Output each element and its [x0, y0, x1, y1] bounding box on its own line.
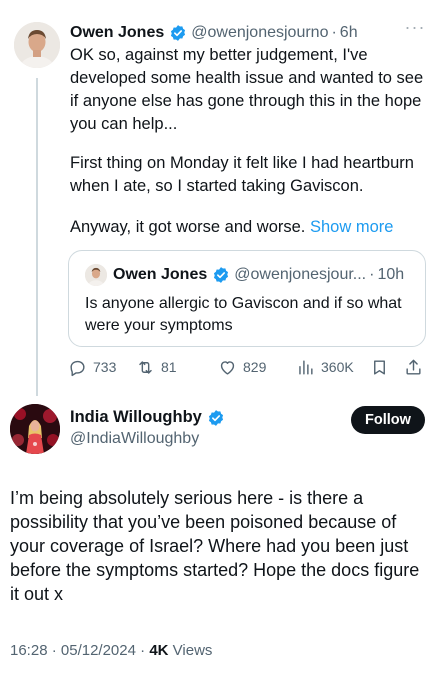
- owen-avatar-image: [14, 22, 60, 68]
- quoted-separator: ·: [369, 266, 375, 283]
- show-more-link[interactable]: Show more: [310, 218, 393, 236]
- india-avatar-image: [10, 404, 60, 454]
- header-separator: ·: [331, 24, 337, 41]
- views-label: Views: [172, 642, 213, 659]
- parent-tweet[interactable]: Owen Jones @owenjonesjourno · 6h ··· OK …: [0, 0, 437, 395]
- views-count: 4K: [149, 642, 169, 659]
- quoted-author-name: Owen Jones: [113, 266, 208, 283]
- quoted-avatar-image: [85, 264, 107, 286]
- tweet-paragraph-3-text: Anyway, it got worse and worse.: [70, 218, 306, 236]
- quoted-author-handle: @owenjonesjour...: [234, 266, 367, 283]
- avatar[interactable]: [14, 22, 60, 68]
- reply-icon: [70, 360, 85, 376]
- tweet-paragraph-1: OK so, against my better judgement, I've…: [70, 46, 424, 133]
- meta-separator-2: ·: [140, 642, 146, 659]
- repost-button[interactable]: 81: [136, 356, 177, 378]
- reply-author-handle[interactable]: @IndiaWilloughby: [70, 430, 199, 448]
- tweet-paragraph-3: Anyway, it got worse and worse. Show mor…: [70, 216, 430, 239]
- reply-count: 733: [93, 359, 117, 375]
- views-bar-chart-icon: [299, 359, 313, 375]
- avatar[interactable]: [10, 404, 60, 454]
- reply-author-name[interactable]: India Willoughby: [70, 408, 202, 427]
- repost-icon: [139, 360, 152, 374]
- author-name[interactable]: Owen Jones: [70, 24, 164, 42]
- like-count: 829: [243, 359, 267, 375]
- views-button[interactable]: 360K: [296, 356, 354, 378]
- quoted-tweet-text: Is anyone allergic to Gaviscon and if so…: [85, 295, 402, 334]
- parent-tweet-header: Owen Jones @owenjonesjourno · 6h: [70, 22, 437, 44]
- more-dots-icon[interactable]: ···: [403, 18, 427, 40]
- heart-icon: [220, 360, 235, 375]
- repost-count: 81: [161, 359, 177, 375]
- share-icon: [406, 359, 421, 375]
- follow-button[interactable]: Follow: [351, 406, 425, 434]
- verified-badge-icon: [171, 25, 186, 41]
- tweet-time[interactable]: 16:28: [10, 642, 48, 659]
- tweet-paragraph-2: First thing on Monday it felt like I had…: [70, 154, 414, 195]
- bookmark-icon: [374, 359, 385, 375]
- share-button[interactable]: [404, 356, 429, 378]
- quoted-age: 10h: [377, 266, 405, 283]
- quoted-tweet-card[interactable]: Owen Jones @owenjonesjour... · 10h Is an…: [68, 250, 426, 347]
- tweet-age[interactable]: 6h: [340, 24, 358, 42]
- tweet-date[interactable]: 05/12/2024: [61, 642, 136, 659]
- views-count: 360K: [321, 359, 354, 375]
- like-button[interactable]: 829: [218, 356, 266, 378]
- reply-author-row: India Willoughby: [70, 408, 229, 427]
- verified-badge-icon: [208, 409, 223, 426]
- reply-tweet[interactable]: India Willoughby @IndiaWilloughby Follow…: [0, 396, 437, 680]
- verified-badge-icon: [214, 267, 229, 283]
- author-handle[interactable]: @owenjonesjourno: [191, 24, 328, 42]
- reply-button[interactable]: 733: [68, 356, 116, 378]
- quoted-avatar: [85, 264, 107, 286]
- tweet-action-bar: 733 81 829 360K: [68, 356, 430, 378]
- meta-separator-1: ·: [51, 642, 57, 659]
- reply-tweet-meta: 16:28 · 05/12/2024 · 4K Views: [10, 642, 212, 659]
- quoted-tweet-header: Owen Jones @owenjonesjour... · 10h: [113, 264, 404, 286]
- reply-tweet-text: I’m being absolutely serious here - is t…: [10, 488, 420, 604]
- bookmark-button[interactable]: [370, 356, 395, 378]
